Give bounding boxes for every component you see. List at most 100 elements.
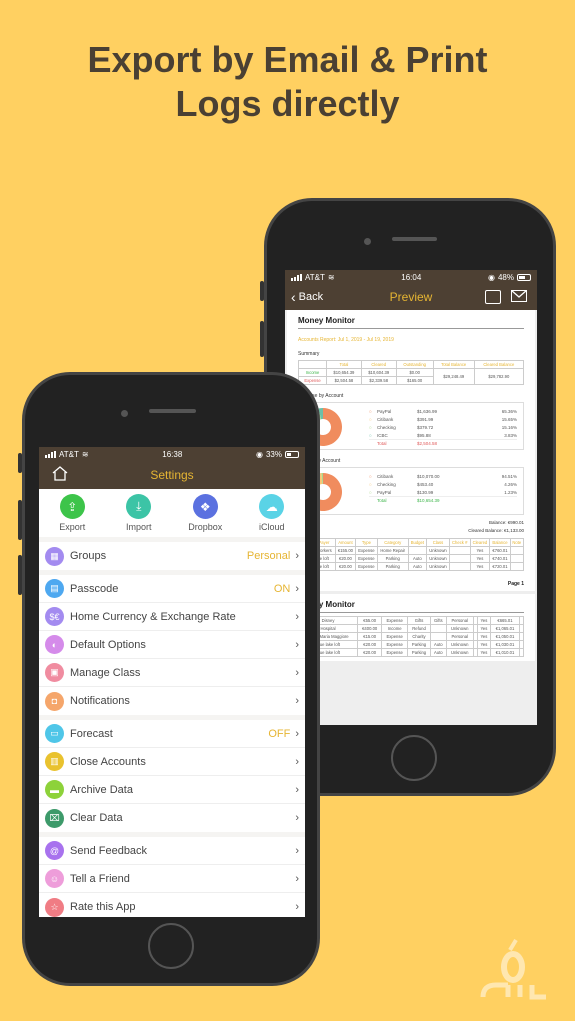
settings-row-default-options[interactable]: ◐ Default Options › — [39, 631, 305, 659]
settings-row-tell-a-friend[interactable]: ☺ Tell a Friend › — [39, 865, 305, 893]
transaction-cell: Expense — [355, 554, 378, 563]
settings-row-label: Groups — [70, 550, 107, 562]
transaction-cell: €15.00 — [357, 632, 383, 641]
settings-row-archive-data[interactable]: ▬ Archive Data › — [39, 776, 305, 804]
settings-row-label: Tell a Friend — [70, 872, 130, 885]
back-button[interactable]: ‹ Back — [285, 289, 323, 305]
transaction-cell: Yes — [469, 546, 491, 555]
settings-row-send-feedback[interactable]: @ Send Feedback › — [39, 837, 305, 865]
quick-action-label: Export — [59, 522, 86, 532]
quick-actions: ⇪ Export ⤓ Import ❖ Dropbox ☁ iCloud — [39, 489, 305, 537]
legend-amount: $95.88 — [417, 432, 431, 438]
transaction-cell: Unknown — [425, 554, 450, 563]
summary-cell: $2,504.58 — [326, 376, 362, 385]
forecast-icon: ▭ — [45, 724, 64, 743]
settings-row-manage-class[interactable]: ▣ Manage Class › — [39, 659, 305, 687]
legend-percent: 15.16% — [501, 424, 517, 430]
settings-row-label: Home Currency & Exchange Rate — [70, 610, 236, 623]
transaction-cell — [518, 632, 525, 641]
settings-row-home-currency-exchange-rate[interactable]: $€ Home Currency & Exchange Rate › — [39, 603, 305, 631]
home-icon[interactable] — [51, 465, 69, 486]
home-button[interactable] — [148, 923, 194, 969]
quick-action-dropbox[interactable]: ❖ Dropbox — [175, 494, 235, 537]
battery-icon — [285, 450, 299, 458]
income-by-account-box: ○ Citibank $10,070.00 94.51% ○ Checking $453.4… — [298, 467, 524, 515]
transaction-cell: Unknown — [445, 640, 474, 649]
settings-row-value: Personal — [246, 550, 291, 562]
transactions-header-cell: Budget — [407, 538, 427, 547]
legend-marker-icon: ○ — [369, 408, 372, 414]
quick-action-label: iCloud — [258, 522, 285, 532]
orientation-lock-icon: ◉ — [256, 449, 263, 459]
quick-action-import[interactable]: ⤓ Import — [109, 494, 169, 537]
carrier: AT&T — [305, 272, 325, 282]
transaction-cell: Auto — [430, 648, 447, 657]
transaction-cell — [509, 554, 525, 563]
quick-action-export[interactable]: ⇪ Export — [42, 494, 102, 537]
legend-total-amount: $10,654.39 — [417, 498, 440, 503]
class-icon: ▣ — [45, 663, 64, 682]
transactions-header-cell: Class — [425, 538, 450, 547]
legend-percent: 3.83% — [504, 432, 517, 438]
envelope-icon[interactable] — [511, 290, 527, 302]
settings-screen: AT&T ≋ 16:38 ◉ 33% Settings ⇪ Export ⤓ Impo… — [39, 447, 305, 917]
battery-icon — [517, 273, 531, 281]
transaction-cell: Parking — [407, 640, 432, 649]
transaction-cell: Personal — [445, 632, 474, 641]
report-title: Money Monitor — [298, 316, 524, 329]
settings-row-label: Rate this App — [70, 901, 136, 913]
settings-row-groups[interactable]: ▦ Groups Personal › — [39, 542, 305, 570]
settings-row-forecast[interactable]: ▭ Forecast OFF › — [39, 720, 305, 748]
summary-cell: $29,782.90 — [473, 368, 525, 385]
legend-marker-icon: ○ — [369, 473, 372, 479]
preview-screen: AT&T ≋ 16:04 ◉ 48% ‹ Back Preview Money … — [285, 270, 537, 725]
signal-icon — [291, 273, 302, 281]
transaction-cell: €1,065.01 — [490, 624, 520, 633]
settings-row-rate-this-app[interactable]: ☆ Rate this App › — [39, 893, 305, 917]
status-bar: AT&T ≋ 16:04 ◉ 48% — [285, 270, 537, 284]
legend-row: ○ Checking $379.72 15.16% — [369, 423, 517, 431]
chevron-right-icon: › — [295, 872, 299, 885]
legend-total-row: Total $10,654.39 — [369, 496, 517, 504]
legend-amount: $130.99 — [417, 489, 434, 495]
transaction-cell: Expense — [381, 640, 409, 649]
legend-marker-icon: ○ — [369, 432, 372, 438]
transaction-cell — [448, 554, 471, 563]
passcode-icon: ▤ — [45, 579, 64, 598]
legend-marker-icon: ○ — [369, 424, 372, 430]
home-button[interactable] — [391, 735, 437, 781]
settings-row-label: Notifications — [70, 695, 130, 707]
settings-row-notifications[interactable]: ◘ Notifications › — [39, 687, 305, 715]
legend-percent: 65.36% — [501, 408, 517, 414]
summary-header-cell: Outstanding — [395, 360, 434, 369]
legend-percent: 15.65% — [501, 416, 517, 422]
summary-cell: $165.00 — [395, 376, 434, 385]
transaction-cell: Auto — [407, 554, 427, 563]
wifi-icon: ≋ — [81, 449, 89, 459]
legend-amount: $379.72 — [417, 424, 434, 430]
transactions-header-cell: Note — [509, 538, 525, 547]
close-accounts-icon: ▥ — [45, 752, 64, 771]
legend-row: ○ Citibank $10,070.00 94.51% — [369, 472, 517, 480]
summary-table: Total Cleared Outstanding Total Balance Clea… — [297, 360, 525, 385]
transaction-cell — [430, 632, 447, 641]
transaction-cell: €20.00 — [334, 554, 357, 563]
transaction-cell: €740.01 — [489, 554, 511, 563]
transaction-row: Santa Maria Maggiore €15.00 Expense Charity… — [297, 632, 525, 641]
front-camera — [121, 410, 128, 417]
report-preview[interactable]: Money Monitor Accounts Report: Jul 1, 20… — [285, 310, 537, 725]
settings-row-close-accounts[interactable]: ▥ Close Accounts › — [39, 748, 305, 776]
settings-row-passcode[interactable]: ▤ Passcode ON › — [39, 575, 305, 603]
transactions-header-cell: Cleared — [469, 538, 491, 547]
settings-row-label: Passcode — [70, 582, 119, 595]
printer-icon[interactable] — [485, 290, 501, 304]
dropbox-icon: ❖ — [192, 494, 218, 519]
settings-list[interactable]: ▦ Groups Personal › ▤ Passcode ON › $€ Home Curre… — [39, 542, 305, 917]
settings-row-clear-data[interactable]: ⌧ Clear Data › — [39, 804, 305, 832]
chevron-right-icon: › — [295, 844, 299, 857]
headline: Export by Email & Print Logs directly — [0, 38, 575, 126]
transaction-cell: Home Repair — [376, 546, 409, 555]
summary-header-cell: Cleared — [360, 360, 397, 369]
report-page-1: Money Monitor Accounts Report: Jul 1, 20… — [287, 310, 535, 591]
quick-action-icloud[interactable]: ☁ iCloud — [242, 494, 302, 537]
